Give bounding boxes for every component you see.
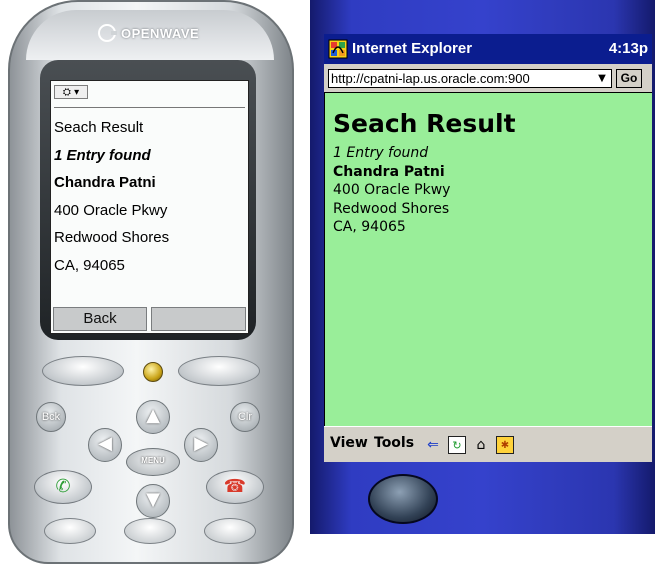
phone-state-zip: CA, 94065 <box>54 256 125 274</box>
keypad-key[interactable] <box>204 518 256 544</box>
clear-hardware-button[interactable]: Clr <box>230 402 260 432</box>
menu-tools[interactable]: Tools <box>374 435 414 451</box>
phone-entries-found: 1 Entry found <box>54 146 151 164</box>
command-bar: View Tools ⇐ ↻ ⌂ ✱ <box>324 426 652 462</box>
menu-view[interactable]: View <box>330 435 368 451</box>
favorites-icon[interactable]: ✱ <box>496 436 514 454</box>
page-content: Seach Result 1 Entry found Chandra Patni… <box>324 92 652 426</box>
indicator-light <box>143 362 163 382</box>
city: Redwood Shores <box>333 200 450 217</box>
phone-call-icon: ✆ <box>55 476 71 497</box>
page-selector-dropdown[interactable]: ⛭ ▾ <box>54 85 88 99</box>
clock[interactable]: 4:13p <box>609 40 648 57</box>
phone-street: 400 Oracle Pkwy <box>54 201 168 219</box>
phone-title: Seach Result <box>54 119 144 136</box>
result-details: 1 Entry found Chandra Patni 400 Oracle P… <box>333 145 450 238</box>
nav-right-button[interactable]: ▶ <box>184 428 218 462</box>
go-button[interactable]: Go <box>616 69 642 88</box>
end-call-button[interactable]: ☎ <box>206 470 264 504</box>
entries-found: 1 Entry found <box>333 145 429 161</box>
navigation-pad: ▲ ◀ MENU ▶ ▼ <box>82 398 222 518</box>
call-button[interactable]: ✆ <box>34 470 92 504</box>
state-zip: CA, 94065 <box>333 219 406 235</box>
nav-left-button[interactable]: ◀ <box>88 428 122 462</box>
chevron-down-icon: ▾ <box>74 87 80 98</box>
openwave-phone-simulator: OPENWAVE ⛭ ▾ Seach Result 1 Entry found … <box>0 0 300 564</box>
openwave-logo: OPENWAVE <box>98 22 199 44</box>
keypad-key[interactable] <box>124 518 176 544</box>
nav-up-button[interactable]: ▲ <box>136 400 170 434</box>
selector-icon: ⛭ <box>62 87 71 98</box>
softkey-right[interactable] <box>151 307 246 331</box>
phone-screen: ⛭ ▾ Seach Result 1 Entry found Chandra P… <box>50 80 249 334</box>
back-hardware-button[interactable]: Bck <box>36 402 66 432</box>
menu-button[interactable]: MENU <box>126 448 180 476</box>
internet-explorer-logo-icon[interactable] <box>328 39 348 59</box>
brand-label: OPENWAVE <box>121 25 200 41</box>
softkey-bar: Back <box>51 299 248 333</box>
title-bar: Internet Explorer 4:13p <box>324 34 652 64</box>
app-title: Internet Explorer <box>352 40 473 57</box>
street-address: 400 Oracle Pkwy <box>333 182 451 198</box>
hardware-action-button[interactable] <box>368 474 438 524</box>
phone-end-icon: ☎ <box>223 476 247 497</box>
pocketpc-simulator: Internet Explorer 4:13p http://cpatni-la… <box>310 0 655 534</box>
url-input[interactable]: http://cpatni-lap.us.oracle.com:900 <box>328 69 612 88</box>
openwave-logo-icon <box>98 24 117 42</box>
chevron-down-icon[interactable]: ▼ <box>594 71 610 86</box>
contact-name[interactable]: Chandra Patni <box>333 164 450 183</box>
phone-city: Redwood Shores <box>54 229 170 246</box>
phone-contact-name[interactable]: Chandra Patni <box>54 174 244 202</box>
keypad-key[interactable] <box>44 518 96 544</box>
softkey-back[interactable]: Back <box>53 307 147 331</box>
divider <box>54 107 245 108</box>
address-bar: http://cpatni-lap.us.oracle.com:900 ▼ Go <box>324 64 652 92</box>
right-soft-button[interactable] <box>178 356 260 386</box>
home-icon[interactable]: ⌂ <box>472 436 490 454</box>
pda-screen: Internet Explorer 4:13p http://cpatni-la… <box>324 34 652 462</box>
back-arrow-icon[interactable]: ⇐ <box>424 436 442 454</box>
nav-down-button[interactable]: ▼ <box>136 484 170 518</box>
left-soft-button[interactable] <box>42 356 124 386</box>
phone-result-list: Seach Result 1 Entry found Chandra Patni… <box>54 119 244 284</box>
refresh-icon[interactable]: ↻ <box>448 436 466 454</box>
page-heading: Seach Result <box>333 109 516 138</box>
